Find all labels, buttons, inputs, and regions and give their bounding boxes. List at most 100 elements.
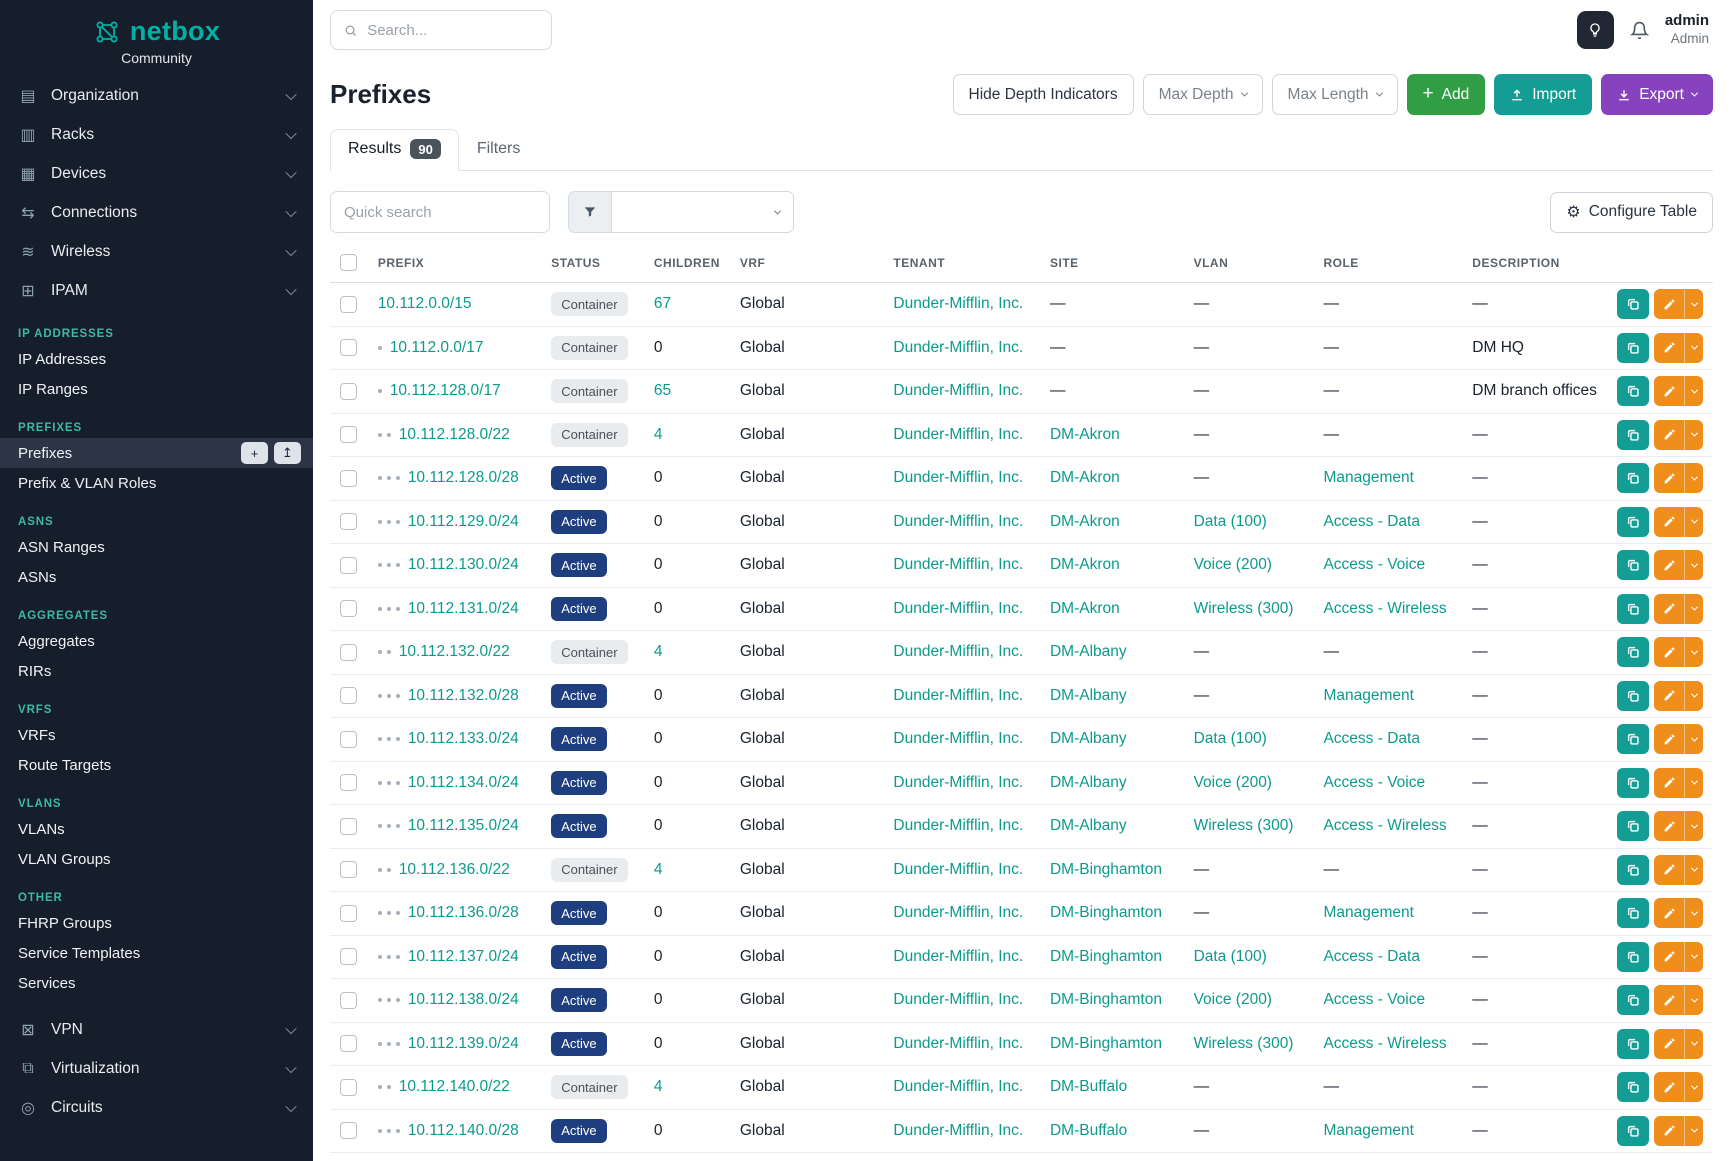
prefix-link[interactable]: 10.112.132.0/22 — [399, 643, 510, 660]
row-checkbox[interactable] — [340, 644, 357, 661]
site-link[interactable]: DM-Albany — [1050, 730, 1127, 747]
prefix-link[interactable]: 10.112.131.0/24 — [408, 600, 519, 617]
column-header[interactable]: VRF — [730, 245, 884, 283]
sidebar-item-prefixes[interactable]: Prefixes+↥ — [0, 438, 313, 468]
sidebar-item-virtualization[interactable]: ⧉Virtualization — [0, 1049, 313, 1088]
prefix-link[interactable]: 10.112.140.0/28 — [408, 1122, 519, 1139]
edit-dropdown-button[interactable] — [1684, 333, 1703, 363]
max-depth-dropdown[interactable]: Max Depth — [1143, 74, 1263, 115]
filter-field-select[interactable] — [612, 191, 794, 233]
row-checkbox[interactable] — [340, 774, 357, 791]
tenant-link[interactable]: Dunder-Mifflin, Inc. — [893, 339, 1023, 356]
tenant-link[interactable]: Dunder-Mifflin, Inc. — [893, 730, 1023, 747]
site-link[interactable]: DM-Binghamton — [1050, 861, 1162, 878]
copy-button[interactable] — [1617, 463, 1649, 493]
role-link[interactable]: Access - Data — [1323, 730, 1419, 747]
hide-depth-indicators-button[interactable]: Hide Depth Indicators — [953, 74, 1134, 115]
vlan-link[interactable]: Data (100) — [1194, 730, 1267, 747]
edit-dropdown-button[interactable] — [1684, 594, 1703, 624]
copy-button[interactable] — [1617, 420, 1649, 450]
role-link[interactable]: Management — [1323, 469, 1413, 486]
edit-button[interactable] — [1654, 1029, 1684, 1059]
tenant-link[interactable]: Dunder-Mifflin, Inc. — [893, 861, 1023, 878]
row-checkbox[interactable] — [340, 1079, 357, 1096]
tenant-link[interactable]: Dunder-Mifflin, Inc. — [893, 469, 1023, 486]
column-header[interactable]: PREFIX — [368, 245, 541, 283]
edit-button[interactable] — [1654, 463, 1684, 493]
sidebar-item-asn-ranges[interactable]: ASN Ranges — [0, 532, 313, 562]
prefix-link[interactable]: 10.112.136.0/28 — [408, 904, 519, 921]
prefix-link[interactable]: 10.112.137.0/24 — [408, 948, 519, 965]
row-checkbox[interactable] — [340, 948, 357, 965]
copy-button[interactable] — [1617, 811, 1649, 841]
site-link[interactable]: DM-Akron — [1050, 426, 1120, 443]
copy-button[interactable] — [1617, 898, 1649, 928]
edit-dropdown-button[interactable] — [1684, 1116, 1703, 1146]
edit-button[interactable] — [1654, 768, 1684, 798]
sidebar-item-services[interactable]: Services — [0, 968, 313, 998]
copy-button[interactable] — [1617, 724, 1649, 754]
sidebar-item-aggregates[interactable]: Aggregates — [0, 626, 313, 656]
site-link[interactable]: DM-Akron — [1050, 556, 1120, 573]
copy-button[interactable] — [1617, 594, 1649, 624]
sidebar-item-circuits[interactable]: ◎Circuits — [0, 1088, 313, 1127]
edit-button[interactable] — [1654, 1116, 1684, 1146]
copy-button[interactable] — [1617, 507, 1649, 537]
tenant-link[interactable]: Dunder-Mifflin, Inc. — [893, 600, 1023, 617]
edit-dropdown-button[interactable] — [1684, 637, 1703, 667]
vlan-link[interactable]: Voice (200) — [1194, 556, 1272, 573]
tab-results[interactable]: Results 90 — [330, 129, 459, 171]
brand-block[interactable]: netbox Community — [0, 0, 313, 76]
select-all-checkbox[interactable] — [340, 254, 357, 271]
site-link[interactable]: DM-Binghamton — [1050, 1035, 1162, 1052]
copy-button[interactable] — [1617, 681, 1649, 711]
tenant-link[interactable]: Dunder-Mifflin, Inc. — [893, 643, 1023, 660]
sidebar-item-vrfs[interactable]: VRFs — [0, 720, 313, 750]
tenant-link[interactable]: Dunder-Mifflin, Inc. — [893, 1078, 1023, 1095]
edit-dropdown-button[interactable] — [1684, 855, 1703, 885]
site-link[interactable]: DM-Buffalo — [1050, 1078, 1127, 1095]
max-length-dropdown[interactable]: Max Length — [1272, 74, 1398, 115]
children-link[interactable]: 4 — [654, 861, 663, 878]
copy-button[interactable] — [1617, 333, 1649, 363]
prefix-link[interactable]: 10.112.133.0/24 — [408, 730, 519, 747]
edit-button[interactable] — [1654, 724, 1684, 754]
tab-filters[interactable]: Filters — [459, 129, 539, 170]
row-checkbox[interactable] — [340, 818, 357, 835]
vlan-link[interactable]: Voice (200) — [1194, 774, 1272, 791]
sidebar-item-vpn[interactable]: ⊠VPN — [0, 1010, 313, 1049]
prefix-link[interactable]: 10.112.130.0/24 — [408, 556, 519, 573]
add-button[interactable]: +Add — [1407, 74, 1486, 115]
edit-button[interactable] — [1654, 1072, 1684, 1102]
edit-button[interactable] — [1654, 507, 1684, 537]
site-link[interactable]: DM-Albany — [1050, 687, 1127, 704]
tenant-link[interactable]: Dunder-Mifflin, Inc. — [893, 904, 1023, 921]
edit-button[interactable] — [1654, 811, 1684, 841]
quick-import-button[interactable]: ↥ — [274, 442, 301, 464]
row-checkbox[interactable] — [340, 513, 357, 530]
tenant-link[interactable]: Dunder-Mifflin, Inc. — [893, 991, 1023, 1008]
tenant-link[interactable]: Dunder-Mifflin, Inc. — [893, 556, 1023, 573]
row-checkbox[interactable] — [340, 731, 357, 748]
sidebar-item-devices[interactable]: ▦Devices — [0, 154, 313, 193]
column-header[interactable]: ROLE — [1313, 245, 1462, 283]
vlan-link[interactable]: Wireless (300) — [1194, 600, 1294, 617]
sidebar-item-prefix-vlan-roles[interactable]: Prefix & VLAN Roles — [0, 468, 313, 498]
sidebar-item-ipam[interactable]: ⊞IPAM — [0, 271, 313, 310]
quick-search-input[interactable] — [330, 191, 550, 233]
column-header[interactable]: DESCRIPTION — [1462, 245, 1607, 283]
sidebar-item-ip-addresses[interactable]: IP Addresses — [0, 344, 313, 374]
edit-button[interactable] — [1654, 376, 1684, 406]
column-header[interactable]: VLAN — [1184, 245, 1314, 283]
copy-button[interactable] — [1617, 637, 1649, 667]
site-link[interactable]: DM-Akron — [1050, 600, 1120, 617]
row-checkbox[interactable] — [340, 296, 357, 313]
tenant-link[interactable]: Dunder-Mifflin, Inc. — [893, 382, 1023, 399]
sidebar-item-fhrp-groups[interactable]: FHRP Groups — [0, 908, 313, 938]
column-header[interactable]: STATUS — [541, 245, 644, 283]
column-header[interactable]: CHILDREN — [644, 245, 730, 283]
site-link[interactable]: DM-Albany — [1050, 774, 1127, 791]
copy-button[interactable] — [1617, 550, 1649, 580]
role-link[interactable]: Access - Wireless — [1323, 1035, 1446, 1052]
prefix-link[interactable]: 10.112.128.0/17 — [390, 382, 501, 399]
